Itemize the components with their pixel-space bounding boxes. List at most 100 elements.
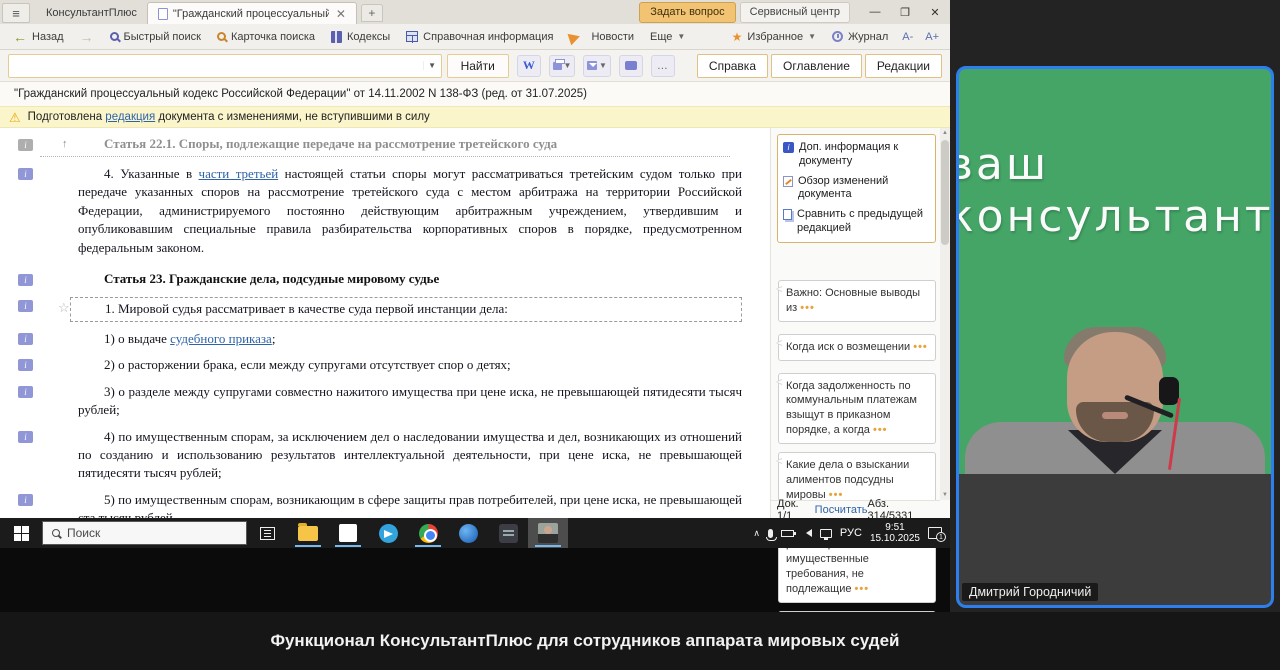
- info-bubble-icon[interactable]: i: [18, 274, 33, 286]
- notification-center-icon[interactable]: 1: [928, 527, 942, 539]
- info-bubble-icon[interactable]: i: [18, 359, 33, 371]
- hidden-icons-chevron[interactable]: ∧: [753, 528, 760, 539]
- store-icon[interactable]: [328, 518, 368, 548]
- consultant-app-icon[interactable]: [488, 518, 528, 548]
- reference-info-button[interactable]: Справочная информация: [399, 28, 560, 46]
- compare-edition-link[interactable]: Сравнить с предыдущей редакцией: [783, 208, 930, 236]
- quick-search-button[interactable]: Быстрый поиск: [103, 28, 208, 46]
- tab-close-icon[interactable]: ✕: [334, 7, 346, 21]
- taskbar-clock[interactable]: 9:51 15.10.2025: [870, 522, 920, 545]
- tab-document-label: "Гражданский процессуальный кодекс Р...: [173, 8, 329, 20]
- volume-icon[interactable]: [802, 529, 812, 537]
- font-decrease-button[interactable]: A-: [897, 28, 918, 46]
- forward-button[interactable]: →: [73, 27, 101, 47]
- up-arrow-icon[interactable]: ↑: [62, 138, 68, 150]
- ask-question-button[interactable]: Задать вопрос: [639, 2, 735, 23]
- panel-scrollbar[interactable]: ▲ ▼: [940, 128, 950, 500]
- codes-button[interactable]: Кодексы: [324, 28, 397, 46]
- search-card-button[interactable]: Карточка поиска: [210, 28, 322, 46]
- court-order-link[interactable]: судебного приказа: [170, 331, 272, 346]
- more-dots: •••: [800, 302, 815, 314]
- find-button[interactable]: Найти: [447, 54, 509, 78]
- speaker-video[interactable]: ваш консультант Дмитрий Городничий: [956, 66, 1274, 608]
- send-button[interactable]: ▼: [583, 55, 610, 77]
- subitem-5-text: 5) по имущественным спорам, возникающим …: [78, 491, 742, 518]
- comment-button[interactable]: [619, 55, 643, 77]
- telegram-icon[interactable]: [368, 518, 408, 548]
- info-bubble-icon[interactable]: i: [18, 333, 33, 345]
- font-increase-button[interactable]: A+: [920, 28, 944, 46]
- time: 9:51: [870, 522, 920, 534]
- article-23-heading: Статья 23. Гражданские дела, подсудные м…: [78, 271, 742, 287]
- info-bubble-icon[interactable]: i: [18, 431, 33, 443]
- speaker-mouth: [1102, 412, 1128, 419]
- search-box: ▼: [8, 54, 442, 78]
- video-app-icon[interactable]: [528, 518, 568, 548]
- restore-button[interactable]: ❐: [890, 1, 920, 23]
- start-button[interactable]: [0, 518, 42, 548]
- more-dots: •••: [855, 583, 870, 595]
- new-tab-button[interactable]: +: [361, 4, 383, 22]
- task-view-button[interactable]: [260, 527, 275, 540]
- changes-review-link[interactable]: Обзор изменений документа: [783, 175, 930, 203]
- related-item[interactable]: Когда задолженность по коммунальным плат…: [778, 373, 936, 444]
- tab-document[interactable]: "Гражданский процессуальный кодекс Р... …: [147, 2, 357, 24]
- chrome-icon[interactable]: [408, 518, 448, 548]
- favorites-button[interactable]: ★ Избранное ▼: [725, 27, 823, 47]
- scrollbar-thumb[interactable]: [941, 140, 949, 245]
- changes-review-label: Обзор изменений документа: [798, 175, 930, 203]
- info-bubble-icon[interactable]: i: [18, 168, 33, 180]
- print-button[interactable]: ▼: [549, 55, 576, 77]
- minimize-button[interactable]: —: [860, 1, 890, 23]
- scroll-down-icon[interactable]: ▼: [940, 492, 950, 498]
- banner-line-1: ваш: [956, 139, 1274, 191]
- scroll-up-icon[interactable]: ▲: [940, 130, 950, 136]
- back-button[interactable]: ← Назад: [6, 27, 71, 47]
- search-dropdown-button[interactable]: ▼: [423, 61, 441, 70]
- codes-label: Кодексы: [347, 31, 390, 43]
- more-dots: •••: [829, 489, 844, 501]
- battery-icon[interactable]: [781, 530, 794, 537]
- close-button[interactable]: ✕: [920, 1, 950, 23]
- subitem-3-row: i 3) о разделе между супругами совместно…: [0, 383, 770, 420]
- selected-fragment-box[interactable]: 1. Мировой судья рассматривает в качеств…: [70, 297, 742, 321]
- service-center-button[interactable]: Сервисный центр: [740, 2, 850, 23]
- related-item[interactable]: Важно: Основные выводы из •••: [778, 280, 936, 322]
- paper-plane-icon: [379, 524, 398, 543]
- editions-button[interactable]: Редакции: [865, 54, 942, 78]
- webinar-caption: Функционал КонсультантПлюс для сотрудник…: [0, 612, 1280, 670]
- count-link[interactable]: Посчитать: [815, 504, 868, 516]
- browser-sphere-icon[interactable]: [448, 518, 488, 548]
- info-bubble-icon[interactable]: i: [18, 386, 33, 398]
- tab-home[interactable]: КонсультантПлюс: [36, 2, 147, 24]
- export-word-button[interactable]: W: [517, 55, 541, 77]
- file-explorer-icon[interactable]: [288, 518, 328, 548]
- search-input[interactable]: [9, 56, 423, 76]
- info-bubble-icon[interactable]: i: [18, 139, 33, 151]
- ask-question-label: Задать вопрос: [650, 6, 724, 18]
- favorite-star-icon[interactable]: ☆: [58, 300, 70, 316]
- related-item[interactable]: Когда иск о возмещении •••: [778, 334, 936, 361]
- info-bubble-icon[interactable]: i: [18, 300, 33, 312]
- tab-home-label: КонсультантПлюс: [46, 7, 137, 19]
- network-icon[interactable]: [820, 529, 832, 538]
- toc-button[interactable]: Оглавление: [771, 54, 862, 78]
- more-button[interactable]: Еще ▼: [643, 28, 692, 46]
- additional-info-link[interactable]: i Доп. информация к документу: [783, 141, 930, 169]
- more-actions-button[interactable]: …: [651, 55, 675, 77]
- warning-redaction-link[interactable]: редакция: [105, 111, 155, 123]
- windows-logo-icon: [14, 526, 29, 541]
- printer-icon: [553, 62, 562, 70]
- part-three-link[interactable]: части третьей: [199, 166, 279, 181]
- journal-button[interactable]: Журнал: [825, 28, 895, 46]
- news-button[interactable]: Новости: [562, 28, 641, 46]
- taskbar-search[interactable]: Поиск: [42, 521, 247, 545]
- help-button[interactable]: Справка: [697, 54, 768, 78]
- main-menu-button[interactable]: ≡: [2, 3, 30, 23]
- info-bubble-icon[interactable]: i: [18, 494, 33, 506]
- document-tools-box: i Доп. информация к документу Обзор изме…: [777, 134, 936, 243]
- microphone-icon[interactable]: [768, 529, 773, 538]
- date: 15.10.2025: [870, 533, 920, 545]
- language-indicator[interactable]: РУС: [840, 527, 862, 539]
- chevron-down-icon: ▼: [677, 32, 685, 41]
